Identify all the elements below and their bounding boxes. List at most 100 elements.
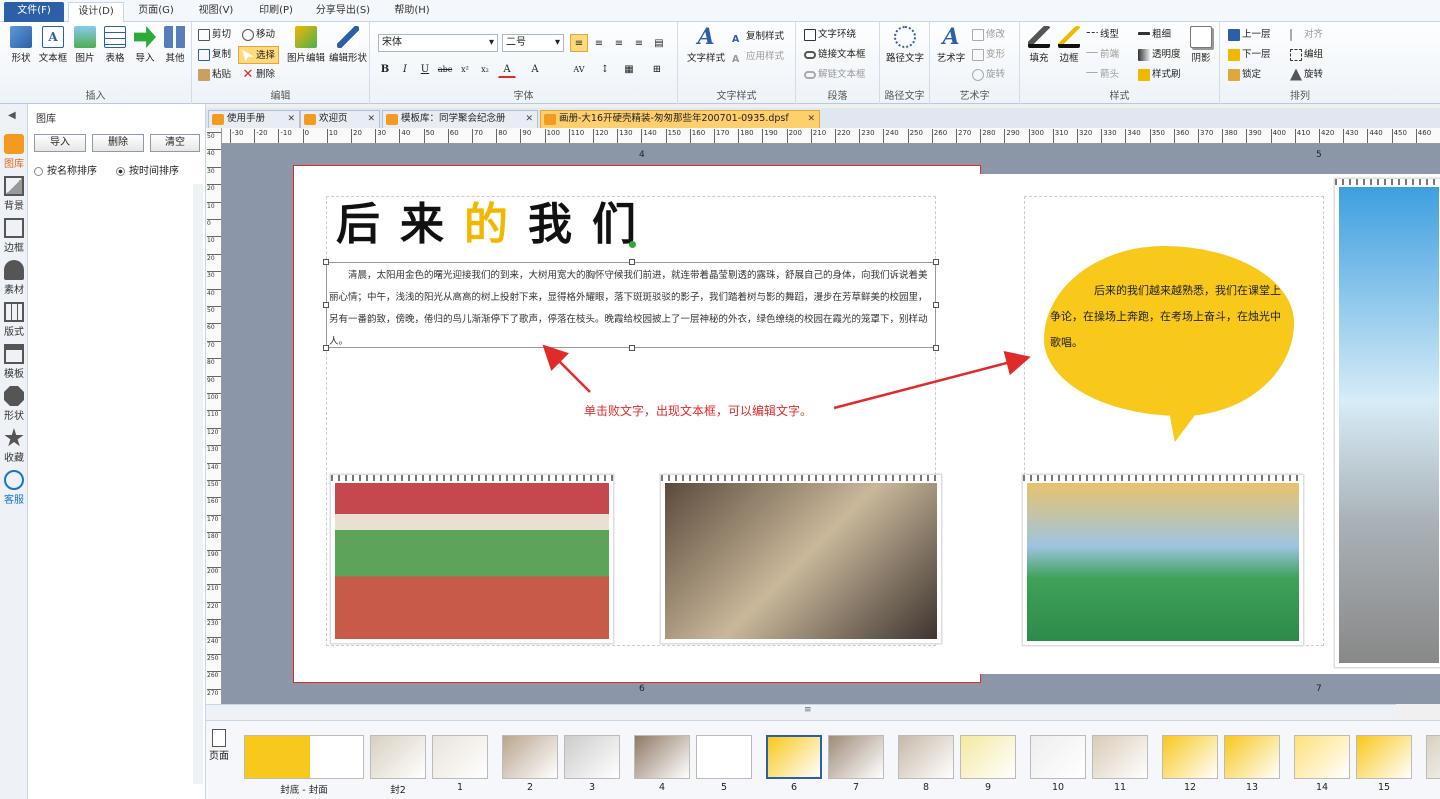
sidebar-item-service[interactable]: 客服 — [0, 470, 28, 506]
thumb-page[interactable] — [1030, 735, 1086, 779]
import-gallery-button[interactable]: 导入 — [34, 134, 86, 152]
sidebar-item-template[interactable]: 模板 — [0, 344, 28, 380]
thumb-page[interactable] — [1092, 735, 1148, 779]
line-spacing-button[interactable]: ↕ — [596, 60, 614, 78]
tab-help[interactable]: 帮助(H) — [384, 2, 440, 22]
thumb-page[interactable] — [696, 735, 752, 779]
import-button[interactable]: 导入 — [130, 26, 160, 64]
align-button[interactable]: 对齐 — [1290, 26, 1323, 44]
thumb-page[interactable] — [432, 735, 488, 779]
text-wrap-button[interactable]: 文字环绕 — [804, 26, 856, 44]
apply-style-button[interactable]: A 应用样式 — [732, 48, 784, 66]
sidebar-item-material[interactable]: 素材 — [0, 260, 28, 296]
clear-gallery-button[interactable]: 清空 — [150, 134, 200, 152]
strikethrough-button[interactable]: abc — [436, 60, 454, 78]
doc-tab-welcome[interactable]: 欢迎页 ✕ — [300, 110, 380, 128]
line-weight-button[interactable]: 粗细 — [1138, 26, 1171, 44]
shape-edit-button[interactable]: 编辑形状 — [328, 26, 368, 64]
sidebar-item-favorites[interactable]: 收藏 — [0, 428, 28, 464]
thumb-page[interactable] — [828, 735, 884, 779]
panel-scrollbar[interactable] — [193, 184, 203, 784]
cut-button[interactable]: 剪切 — [198, 26, 231, 44]
line-head-button[interactable]: 前端 — [1086, 46, 1119, 64]
art-text-button[interactable]: A 艺术字 — [932, 26, 970, 64]
sidebar-item-gallery[interactable]: 图库 — [0, 134, 28, 170]
delete-button[interactable]: ✕ 删除 — [242, 66, 275, 84]
other-button[interactable]: 其他 — [160, 26, 190, 64]
art-rotate-button[interactable]: 旋转 — [972, 66, 1005, 84]
move-button[interactable]: 移动 — [242, 26, 275, 44]
tab-page[interactable]: 页面(G) — [128, 2, 184, 22]
text-direction-button[interactable]: ⊞ — [648, 60, 666, 78]
doc-tab-manual[interactable]: 使用手册 ✕ — [208, 110, 300, 128]
link-textbox-button[interactable]: 链接文本框 — [804, 46, 866, 64]
tab-design[interactable]: 设计(D) — [68, 2, 124, 22]
italic-button[interactable]: I — [396, 60, 414, 78]
columns-button[interactable]: ▦ — [620, 60, 638, 78]
canvas-area[interactable]: 4 5 后来的我们 清晨，太阳用金色的曙光迎接我们的到来，大树用宽大的胸怀守候我… — [222, 144, 1440, 704]
shape-button[interactable]: 形状 — [6, 26, 36, 64]
collapse-icon[interactable]: ◀ — [8, 110, 16, 121]
sort-by-time-radio[interactable]: 按时间排序 — [116, 162, 179, 177]
unlink-textbox-button[interactable]: 解链文本框 — [804, 66, 866, 84]
tab-print[interactable]: 印刷(P) — [248, 2, 304, 22]
sidebar-item-background[interactable]: 背景 — [0, 176, 28, 212]
sort-by-name-radio[interactable]: 按名称排序 — [34, 162, 97, 177]
char-spacing-button[interactable]: AV — [570, 60, 588, 78]
close-icon[interactable]: ✕ — [367, 111, 375, 127]
align-right-button[interactable]: ≡ — [610, 34, 628, 52]
thumb-page[interactable] — [1356, 735, 1412, 779]
doc-tab-current[interactable]: 画册-大16开硬壳精装-匆匆那些年200701-0935.dpsf ✕ — [540, 110, 820, 128]
textbox-button[interactable]: A 文本框 — [38, 26, 68, 64]
align-distribute-button[interactable]: ▤ — [650, 34, 668, 52]
thumb-page[interactable] — [1224, 735, 1280, 779]
bring-forward-button[interactable]: 上一层 — [1228, 26, 1271, 44]
bold-button[interactable]: B — [376, 60, 394, 78]
tab-file[interactable]: 文件(F) — [4, 2, 64, 22]
path-text-button[interactable]: 路径文字 — [882, 26, 928, 64]
shadow-button[interactable]: 阴影 — [1186, 26, 1216, 64]
send-backward-button[interactable]: 下一层 — [1228, 46, 1271, 64]
art-modify-button[interactable]: 修改 — [972, 26, 1005, 44]
table-button[interactable]: 表格 — [100, 26, 130, 64]
picture-edit-button[interactable]: 图片编辑 — [286, 26, 326, 64]
font-size-adjust-button[interactable]: A — [526, 60, 544, 78]
fill-button[interactable]: 填充 — [1024, 26, 1054, 64]
picture-button[interactable]: 图片 — [70, 26, 100, 64]
thumb-page[interactable] — [1162, 735, 1218, 779]
close-icon[interactable]: ✕ — [807, 111, 815, 127]
copy-style-button[interactable]: A 复制样式 — [732, 28, 784, 46]
text-style-button[interactable]: A 文字样式 — [684, 26, 728, 64]
close-icon[interactable]: ✕ — [287, 111, 295, 127]
tab-share-export[interactable]: 分享导出(S) — [308, 2, 378, 22]
horizontal-scrollbar[interactable]: ≡ — [206, 704, 1396, 718]
thumb-page[interactable] — [634, 735, 690, 779]
subscript-button[interactable]: x₂ — [476, 60, 494, 78]
paste-button[interactable]: 粘贴 — [198, 66, 231, 84]
sidebar-item-shape[interactable]: 形状 — [0, 386, 28, 422]
underline-button[interactable]: U — [416, 60, 434, 78]
thumb-side-tab-pages[interactable]: 页面 — [208, 729, 230, 762]
sidebar-item-border[interactable]: 边框 — [0, 218, 28, 254]
group-button[interactable]: 编组 — [1290, 46, 1323, 64]
doc-tab-template[interactable]: 模板库：同学聚会纪念册 ✕ — [382, 110, 538, 128]
art-deform-button[interactable]: 变形 — [972, 46, 1005, 64]
align-justify-button[interactable]: ≡ — [630, 34, 648, 52]
sidebar-item-layout[interactable]: 版式 — [0, 302, 28, 338]
delete-gallery-button[interactable]: 删除 — [92, 134, 144, 152]
lock-button[interactable]: 锁定 — [1228, 66, 1261, 84]
select-button[interactable]: 选择 — [238, 46, 280, 64]
thumb-page[interactable] — [1426, 735, 1440, 779]
thumb-page[interactable] — [370, 735, 426, 779]
line-type-button[interactable]: 线型 — [1086, 26, 1119, 44]
border-button[interactable]: 边框 — [1054, 26, 1084, 64]
font-size-select[interactable]: 二号 ▾ — [502, 34, 564, 52]
thumb-page[interactable] — [564, 735, 620, 779]
align-left-button[interactable]: ≡ — [570, 34, 588, 52]
thumb-page[interactable] — [898, 735, 954, 779]
superscript-button[interactable]: x² — [456, 60, 474, 78]
font-color-button[interactable]: A — [498, 60, 516, 78]
format-brush-button[interactable]: 样式刷 — [1138, 66, 1181, 84]
transparency-button[interactable]: 透明度 — [1138, 46, 1181, 64]
close-icon[interactable]: ✕ — [525, 111, 533, 127]
